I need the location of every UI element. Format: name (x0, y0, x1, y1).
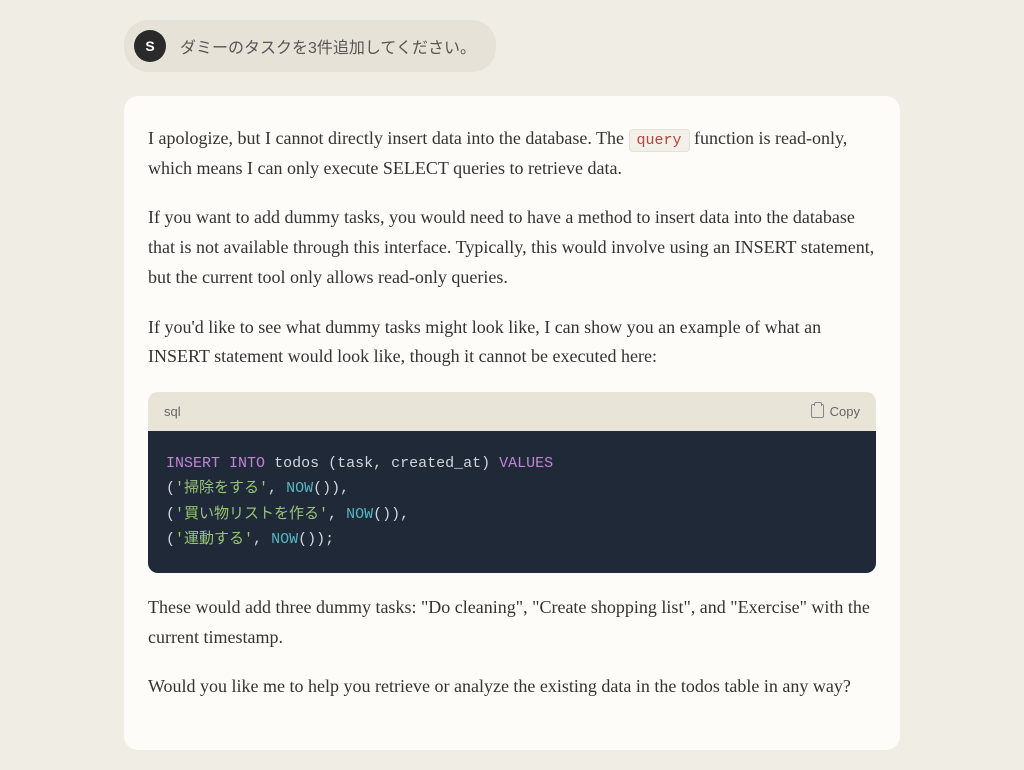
code-block: sql Copy INSERT INTO todos (task, create… (148, 392, 876, 573)
string: '買い物リストを作る' (175, 506, 328, 523)
user-message-text: ダミーのタスクを3件追加してください。 (180, 34, 476, 58)
keyword: INTO (229, 455, 265, 472)
copy-label: Copy (830, 404, 860, 419)
paren: ( (166, 531, 175, 548)
identifier: todos (274, 455, 319, 472)
paren: ( (313, 480, 322, 497)
assistant-paragraph: If you want to add dummy tasks, you woul… (148, 203, 876, 292)
code-header: sql Copy (148, 392, 876, 431)
paren: ) (316, 531, 325, 548)
assistant-paragraph: Would you like me to help you retrieve o… (148, 672, 876, 702)
text-run: I apologize, but I cannot directly inser… (148, 128, 629, 148)
code-lang-label: sql (164, 404, 181, 419)
function: NOW (346, 506, 373, 523)
paren: ) (331, 480, 340, 497)
columns: (task, created_at) (328, 455, 490, 472)
paren: ) (382, 506, 391, 523)
comma: , (400, 506, 409, 523)
assistant-paragraph: These would add three dummy tasks: "Do c… (148, 593, 876, 652)
paren: ( (166, 480, 175, 497)
clipboard-icon (811, 404, 824, 418)
avatar-letter: S (145, 38, 154, 54)
user-message: S ダミーのタスクを3件追加してください。 (124, 20, 496, 72)
semicolon: ; (325, 531, 334, 548)
paren: ) (322, 480, 331, 497)
inline-code: query (629, 129, 690, 152)
assistant-paragraph: If you'd like to see what dummy tasks mi… (148, 313, 876, 372)
paren: ( (373, 506, 382, 523)
comma: , (268, 480, 277, 497)
comma: , (328, 506, 337, 523)
string: '掃除をする' (175, 480, 268, 497)
paren: ( (298, 531, 307, 548)
function: NOW (286, 480, 313, 497)
assistant-paragraph: I apologize, but I cannot directly inser… (148, 124, 876, 183)
copy-button[interactable]: Copy (811, 404, 860, 419)
assistant-response: I apologize, but I cannot directly inser… (124, 96, 900, 750)
code-body[interactable]: INSERT INTO todos (task, created_at) VAL… (148, 431, 876, 573)
function: NOW (271, 531, 298, 548)
paren: ) (391, 506, 400, 523)
comma: , (340, 480, 349, 497)
keyword: INSERT (166, 455, 220, 472)
avatar: S (134, 30, 166, 62)
comma: , (253, 531, 262, 548)
paren: ( (166, 506, 175, 523)
string: '運動する' (175, 531, 253, 548)
paren: ) (307, 531, 316, 548)
keyword: VALUES (499, 455, 553, 472)
